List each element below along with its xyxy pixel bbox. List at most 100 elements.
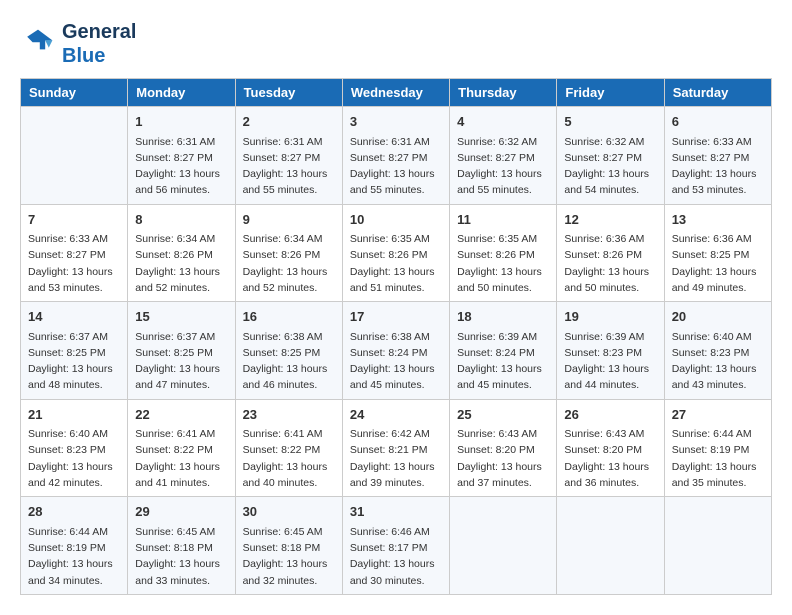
day-number: 7 (28, 210, 120, 230)
col-header-saturday: Saturday (664, 79, 771, 107)
day-cell: 24Sunrise: 6:42 AMSunset: 8:21 PMDayligh… (342, 399, 449, 497)
page-header: General Blue (20, 20, 772, 68)
day-info: Sunrise: 6:37 AMSunset: 8:25 PMDaylight:… (28, 329, 120, 394)
day-number: 14 (28, 307, 120, 327)
day-info: Sunrise: 6:39 AMSunset: 8:23 PMDaylight:… (564, 329, 656, 394)
day-cell: 30Sunrise: 6:45 AMSunset: 8:18 PMDayligh… (235, 497, 342, 595)
logo-icon (20, 26, 56, 62)
day-info: Sunrise: 6:31 AMSunset: 8:27 PMDaylight:… (135, 134, 227, 199)
day-info: Sunrise: 6:31 AMSunset: 8:27 PMDaylight:… (243, 134, 335, 199)
day-number: 12 (564, 210, 656, 230)
day-info: Sunrise: 6:32 AMSunset: 8:27 PMDaylight:… (457, 134, 549, 199)
week-row-1: 1Sunrise: 6:31 AMSunset: 8:27 PMDaylight… (21, 107, 772, 205)
day-cell: 1Sunrise: 6:31 AMSunset: 8:27 PMDaylight… (128, 107, 235, 205)
day-number: 10 (350, 210, 442, 230)
day-cell: 31Sunrise: 6:46 AMSunset: 8:17 PMDayligh… (342, 497, 449, 595)
day-number: 13 (672, 210, 764, 230)
day-info: Sunrise: 6:32 AMSunset: 8:27 PMDaylight:… (564, 134, 656, 199)
day-cell: 10Sunrise: 6:35 AMSunset: 8:26 PMDayligh… (342, 204, 449, 302)
day-number: 28 (28, 502, 120, 522)
day-info: Sunrise: 6:33 AMSunset: 8:27 PMDaylight:… (28, 231, 120, 296)
day-number: 4 (457, 112, 549, 132)
day-cell: 3Sunrise: 6:31 AMSunset: 8:27 PMDaylight… (342, 107, 449, 205)
day-cell: 13Sunrise: 6:36 AMSunset: 8:25 PMDayligh… (664, 204, 771, 302)
day-number: 19 (564, 307, 656, 327)
day-number: 16 (243, 307, 335, 327)
col-header-tuesday: Tuesday (235, 79, 342, 107)
day-cell: 18Sunrise: 6:39 AMSunset: 8:24 PMDayligh… (450, 302, 557, 400)
day-cell (557, 497, 664, 595)
day-info: Sunrise: 6:34 AMSunset: 8:26 PMDaylight:… (243, 231, 335, 296)
day-cell: 2Sunrise: 6:31 AMSunset: 8:27 PMDaylight… (235, 107, 342, 205)
day-number: 24 (350, 405, 442, 425)
day-cell: 29Sunrise: 6:45 AMSunset: 8:18 PMDayligh… (128, 497, 235, 595)
day-info: Sunrise: 6:40 AMSunset: 8:23 PMDaylight:… (28, 426, 120, 491)
day-cell: 22Sunrise: 6:41 AMSunset: 8:22 PMDayligh… (128, 399, 235, 497)
day-number: 3 (350, 112, 442, 132)
day-number: 26 (564, 405, 656, 425)
day-number: 11 (457, 210, 549, 230)
day-info: Sunrise: 6:38 AMSunset: 8:24 PMDaylight:… (350, 329, 442, 394)
day-cell: 16Sunrise: 6:38 AMSunset: 8:25 PMDayligh… (235, 302, 342, 400)
day-info: Sunrise: 6:46 AMSunset: 8:17 PMDaylight:… (350, 524, 442, 589)
day-info: Sunrise: 6:42 AMSunset: 8:21 PMDaylight:… (350, 426, 442, 491)
day-info: Sunrise: 6:35 AMSunset: 8:26 PMDaylight:… (457, 231, 549, 296)
col-header-sunday: Sunday (21, 79, 128, 107)
day-number: 17 (350, 307, 442, 327)
col-header-thursday: Thursday (450, 79, 557, 107)
logo: General Blue (20, 20, 136, 68)
day-number: 1 (135, 112, 227, 132)
day-number: 29 (135, 502, 227, 522)
day-cell (664, 497, 771, 595)
day-info: Sunrise: 6:44 AMSunset: 8:19 PMDaylight:… (28, 524, 120, 589)
calendar-header-row: SundayMondayTuesdayWednesdayThursdayFrid… (21, 79, 772, 107)
day-number: 6 (672, 112, 764, 132)
day-number: 20 (672, 307, 764, 327)
day-info: Sunrise: 6:41 AMSunset: 8:22 PMDaylight:… (243, 426, 335, 491)
day-info: Sunrise: 6:39 AMSunset: 8:24 PMDaylight:… (457, 329, 549, 394)
col-header-monday: Monday (128, 79, 235, 107)
day-number: 9 (243, 210, 335, 230)
day-info: Sunrise: 6:43 AMSunset: 8:20 PMDaylight:… (457, 426, 549, 491)
day-info: Sunrise: 6:45 AMSunset: 8:18 PMDaylight:… (135, 524, 227, 589)
day-number: 15 (135, 307, 227, 327)
day-number: 30 (243, 502, 335, 522)
day-info: Sunrise: 6:36 AMSunset: 8:26 PMDaylight:… (564, 231, 656, 296)
col-header-wednesday: Wednesday (342, 79, 449, 107)
logo-text: General Blue (62, 20, 136, 68)
day-cell: 8Sunrise: 6:34 AMSunset: 8:26 PMDaylight… (128, 204, 235, 302)
day-cell: 6Sunrise: 6:33 AMSunset: 8:27 PMDaylight… (664, 107, 771, 205)
day-cell: 26Sunrise: 6:43 AMSunset: 8:20 PMDayligh… (557, 399, 664, 497)
day-number: 18 (457, 307, 549, 327)
day-info: Sunrise: 6:36 AMSunset: 8:25 PMDaylight:… (672, 231, 764, 296)
day-cell (450, 497, 557, 595)
day-number: 5 (564, 112, 656, 132)
calendar-table: SundayMondayTuesdayWednesdayThursdayFrid… (20, 78, 772, 595)
day-number: 31 (350, 502, 442, 522)
day-info: Sunrise: 6:33 AMSunset: 8:27 PMDaylight:… (672, 134, 764, 199)
day-info: Sunrise: 6:41 AMSunset: 8:22 PMDaylight:… (135, 426, 227, 491)
day-cell: 11Sunrise: 6:35 AMSunset: 8:26 PMDayligh… (450, 204, 557, 302)
day-number: 2 (243, 112, 335, 132)
day-cell (21, 107, 128, 205)
day-info: Sunrise: 6:40 AMSunset: 8:23 PMDaylight:… (672, 329, 764, 394)
day-cell: 17Sunrise: 6:38 AMSunset: 8:24 PMDayligh… (342, 302, 449, 400)
day-cell: 23Sunrise: 6:41 AMSunset: 8:22 PMDayligh… (235, 399, 342, 497)
day-number: 21 (28, 405, 120, 425)
day-cell: 27Sunrise: 6:44 AMSunset: 8:19 PMDayligh… (664, 399, 771, 497)
day-info: Sunrise: 6:38 AMSunset: 8:25 PMDaylight:… (243, 329, 335, 394)
day-number: 22 (135, 405, 227, 425)
week-row-5: 28Sunrise: 6:44 AMSunset: 8:19 PMDayligh… (21, 497, 772, 595)
day-info: Sunrise: 6:43 AMSunset: 8:20 PMDaylight:… (564, 426, 656, 491)
col-header-friday: Friday (557, 79, 664, 107)
day-cell: 12Sunrise: 6:36 AMSunset: 8:26 PMDayligh… (557, 204, 664, 302)
day-info: Sunrise: 6:34 AMSunset: 8:26 PMDaylight:… (135, 231, 227, 296)
day-info: Sunrise: 6:31 AMSunset: 8:27 PMDaylight:… (350, 134, 442, 199)
day-number: 8 (135, 210, 227, 230)
day-cell: 9Sunrise: 6:34 AMSunset: 8:26 PMDaylight… (235, 204, 342, 302)
week-row-4: 21Sunrise: 6:40 AMSunset: 8:23 PMDayligh… (21, 399, 772, 497)
day-cell: 25Sunrise: 6:43 AMSunset: 8:20 PMDayligh… (450, 399, 557, 497)
day-number: 27 (672, 405, 764, 425)
day-cell: 7Sunrise: 6:33 AMSunset: 8:27 PMDaylight… (21, 204, 128, 302)
day-cell: 4Sunrise: 6:32 AMSunset: 8:27 PMDaylight… (450, 107, 557, 205)
